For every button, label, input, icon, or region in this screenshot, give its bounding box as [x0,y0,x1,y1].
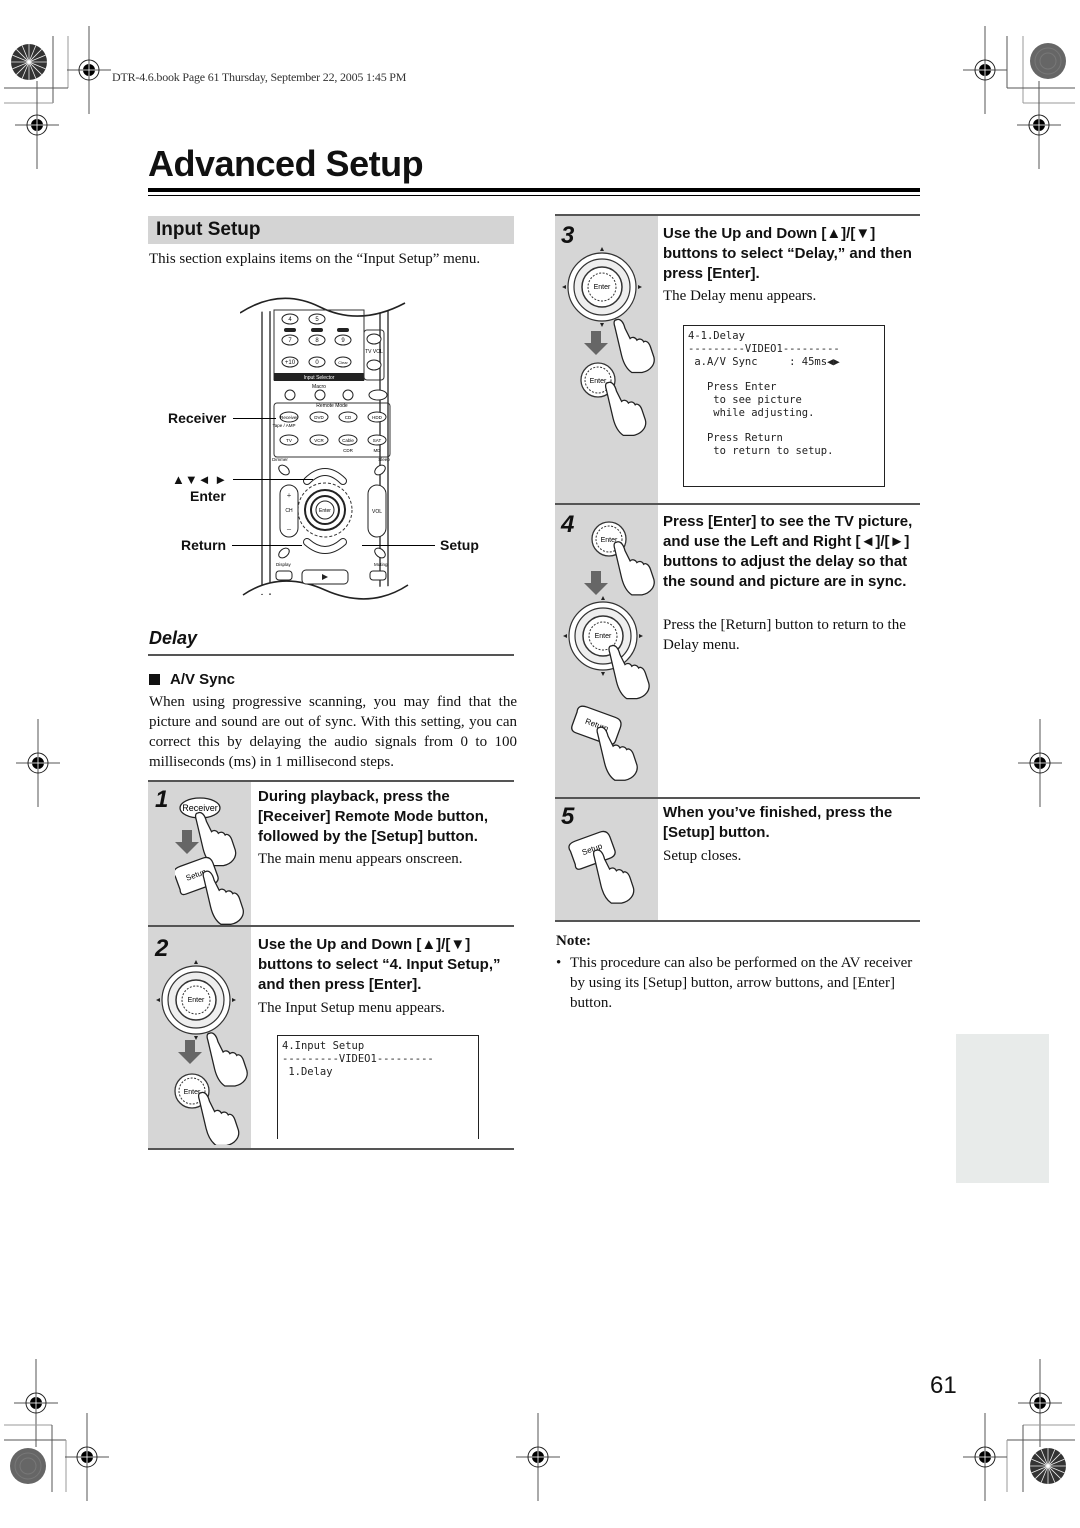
tv-vol-label: TV VOL [365,349,383,355]
svg-text:+10: +10 [285,360,296,366]
svg-text:Enter: Enter [595,633,612,640]
ch-label: CH [285,508,293,514]
step-2-desc: The Input Setup menu appears. [258,1000,446,1016]
display-label: Display [276,562,292,567]
svg-text:Receiver: Receiver [182,803,218,813]
step-1-illustration: Receiver Setup [175,797,244,925]
step-3-desc: The Delay menu appears. [663,288,817,304]
svg-text:Tape / AMP: Tape / AMP [272,423,295,428]
delay-osd-screen: 4-1.Delay ---------VIDEO1--------- a.A/V… [683,325,885,487]
svg-text:TV: TV [286,438,292,443]
step-4-title: Press [Enter] to see the TV picture, and… [663,513,913,590]
step-5-desc: Setup closes. [663,848,742,864]
step-2-illustration: Enter Enter [155,959,248,1145]
step-5-illustration: Setup [568,830,635,904]
square-bullet-icon [149,674,160,685]
step-divider [555,920,920,922]
callout-line [233,479,313,480]
svg-text:Receiver: Receiver [280,415,298,420]
callout-setup-label: Setup [440,537,479,553]
note-title: Note: [556,933,591,949]
page-number: 61 [930,1372,957,1399]
step-2-title: Use the Up and Down [▲]/[▼] buttons to s… [258,936,501,993]
delay-heading: Delay [149,628,198,648]
section-header-bar: Input Setup [148,216,514,244]
svg-text:CD: CD [345,415,352,420]
avsync-label: A/V Sync [170,671,236,688]
step-1-title: During playback, press the [Receiver] Re… [258,788,489,845]
section-intro: This section explains items on the “Inpu… [149,251,481,267]
remote-control-illustration: Input Selector 4 5 7 8 9 +10 0 Clear TV … [240,297,409,600]
return-button-icon: Return [571,705,622,746]
setup-button-icon: Setup [568,830,616,870]
callout-enter-label: Enter [190,488,226,504]
note-item-text: This procedure can also be performed on … [570,955,913,1011]
svg-text:Cable: Cable [342,438,354,443]
svg-text:+: + [287,491,292,500]
step-4-desc: Press the [Return] button to return to t… [663,617,906,653]
down-arrow-icon [584,571,608,595]
svg-text:Dimmer: Dimmer [272,457,288,462]
svg-text:DVD: DVD [314,415,324,420]
callout-line [232,545,302,546]
svg-text:HDD: HDD [372,415,382,420]
step-5-number: 5 [561,803,575,830]
down-arrow-icon [175,830,199,854]
step-1-desc: The main menu appears onscreen. [258,851,463,867]
title-rule [148,188,920,192]
svg-text:SAT: SAT [373,438,382,443]
svg-text:Clear: Clear [338,360,348,365]
step-1-number: 1 [155,786,169,813]
svg-text:VCR: VCR [314,438,324,443]
muting-label: Muting [374,562,388,567]
macro-label: Macro [312,384,326,390]
step-3-illustration: Enter Enter [561,246,655,437]
svg-text:Enter: Enter [188,997,205,1004]
remote-mode-label: Remote Mode [316,403,348,409]
input-selector-label: Input Selector [304,375,335,381]
note-item: • This procedure can also be performed o… [556,953,920,1013]
svg-text:MD: MD [374,448,382,453]
step-4-illustration: Enter Enter Return [562,521,655,781]
starburst-mark-icon [10,43,48,81]
svg-text:Enter: Enter [590,378,607,385]
callout-receiver-label: Receiver [168,410,227,426]
svg-text:Enter: Enter [594,284,611,291]
chapter-side-tab [956,1034,1049,1183]
section-title: Input Setup [156,219,261,240]
input-setup-osd-screen: 4.Input Setup ---------VIDEO1--------- 1… [277,1035,479,1139]
step-divider [148,1148,514,1150]
step-3-title: Use the Up and Down [▲]/[▼] buttons to s… [663,225,912,282]
callout-line [362,545,435,546]
down-arrow-icon [178,1040,202,1064]
callout-return-label: Return [181,537,227,553]
svg-text:CDR: CDR [343,448,353,453]
callout-line [233,418,276,419]
svg-text:Sleep: Sleep [378,457,390,462]
callout-arrows-label: ▲▼◄ ► [172,472,228,487]
title-rule-thin [148,195,920,196]
bullet-icon: • [556,955,562,971]
page-title: Advanced Setup [148,143,424,184]
vol-label: VOL [372,509,382,515]
delay-rule [148,654,514,656]
avsync-body: When using progressive scanning, you may… [149,694,517,770]
avsync-subheading: A/V Sync [149,671,235,688]
step-5-title: When you’ve finished, press the [Setup] … [663,804,893,841]
svg-text:Enter: Enter [319,508,331,514]
book-meta-line: DTR-4.6.book Page 61 Thursday, September… [112,70,407,84]
down-arrow-icon [584,331,608,355]
